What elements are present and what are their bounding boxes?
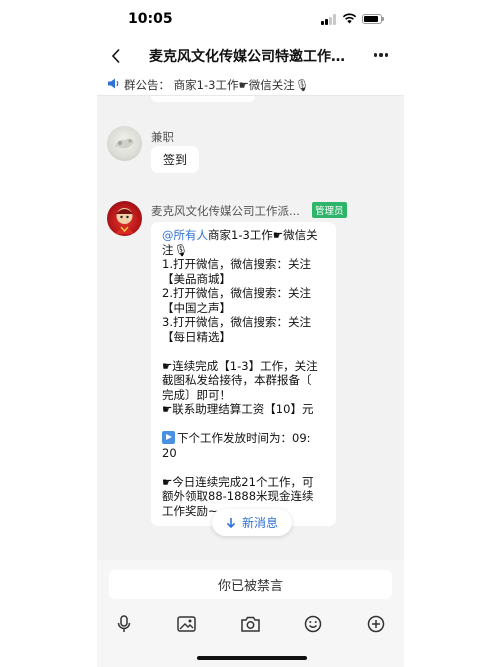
message-line: 额外领取88-1888米现金连续 [162,489,314,503]
sender-name: 兼职 [151,130,174,144]
message-line: @所有人商家1-3工作☛微信关 [162,228,318,242]
new-messages-label: 新消息 [241,516,278,530]
message-line: ☛联系助理结算工资【10】元 [162,402,314,416]
message-list[interactable]: 兼职 签到 麦克风文化传媒公司工作派... 管理员 @所有人商家1-3工作☛微信… [97,96,404,560]
status-time: 10:05 [128,11,173,27]
message-line: ☛连续完成【1-3】工作，关注 [162,358,318,373]
sender-name: 麦克风文化传媒公司工作派... [151,204,300,218]
emoji-button[interactable] [300,611,326,637]
message-line: 【美品商城】 [162,271,231,286]
chat-screen: 10:05 麦克风文化传媒公司特邀工作... 群公告： 商家1-3工作☛微信关注… [97,0,404,667]
message-line: 1.打开微信，微信搜索：关注 [162,257,311,271]
battery-icon [362,14,384,24]
play-icon [162,431,175,444]
image-icon [176,616,196,632]
chat-title: 麦克风文化传媒公司特邀工作... [149,49,345,65]
camera-icon [240,616,260,632]
home-indicator[interactable] [197,656,307,660]
avatar-image [115,208,134,234]
image-button[interactable] [173,611,199,637]
avatar[interactable] [107,126,142,161]
voice-button[interactable] [111,611,137,637]
arrow-down-icon [226,517,236,528]
battery-level [364,16,379,22]
signal-icon [321,14,337,25]
notice-text: 群公告： 商家1-3工作☛微信关注🎙 [124,78,310,92]
admin-badge: 管理员 [312,202,347,218]
input-area: 你已被禁言 [97,560,404,608]
message-line: ☛今日连续完成21个工作，可 [162,474,314,489]
message-line: 2.打开微信，微信搜索：关注 [162,286,311,300]
chat-header: 麦克风文化传媒公司特邀工作... [97,40,404,72]
message-line [162,460,327,475]
message-line: 20 [162,445,177,460]
more-dots-icon [373,53,378,57]
message-line: 【中国之声】 [162,300,231,315]
camera-button[interactable] [237,611,263,637]
plus-icon [367,615,385,633]
message-line: 下个工作发放时间为：09: [162,431,327,446]
group-notice-bar[interactable]: 群公告： 商家1-3工作☛微信关注🎙 [97,72,404,96]
message-line [162,417,327,432]
message-line: 截图私发给接待，本群报备〔 [162,373,312,387]
message-line: 3.打开微信，微信搜索：关注 [162,315,311,329]
microphone-icon [117,615,131,632]
new-messages-button[interactable]: 新消息 [212,509,292,536]
more-button[interactable] [369,45,393,65]
mention-all[interactable]: @所有人 [162,228,208,242]
message-line: 完成〕即可！ [162,387,231,402]
emoji-icon [304,615,322,633]
message-bubble[interactable]: @所有人商家1-3工作☛微信关 注🎙 1.打开微信，微信搜索：关注 【美品商城】… [151,222,336,526]
status-bar: 10:05 [97,0,404,40]
message-line [162,344,327,359]
more-actions-button[interactable] [363,611,389,637]
previous-message-bubble [151,96,255,102]
wifi-icon [342,13,357,24]
message-bubble[interactable]: 签到 [151,146,200,173]
avatar[interactable] [107,201,142,236]
back-button[interactable] [103,42,129,70]
avatar-image [115,138,134,149]
megaphone-icon [108,78,119,89]
muted-notice: 你已被禁言 [109,570,392,599]
message-line: 【每日精选】 [162,329,231,344]
message-line: 注🎙 [162,242,189,257]
chevron-left-icon [111,48,120,64]
